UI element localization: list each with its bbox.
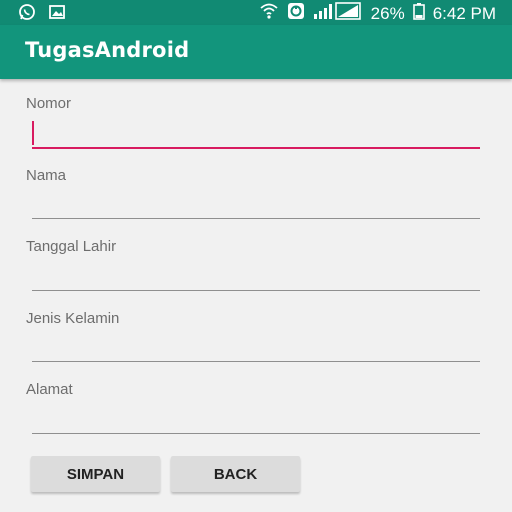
nomor-underline	[32, 147, 480, 149]
label-jenis-kelamin: Jenis Kelamin	[26, 310, 120, 327]
nama-underline	[32, 218, 480, 219]
clock: 6:42 PM	[432, 3, 496, 23]
image-icon	[48, 3, 66, 26]
tanggal-lahir-underline	[32, 290, 480, 291]
alamat-underline	[32, 433, 480, 434]
alamat-input[interactable]	[32, 403, 480, 433]
simpan-button[interactable]: SIMPAN	[31, 456, 160, 492]
app-title: TugasAndroid	[25, 38, 190, 62]
signal-icon	[313, 2, 363, 25]
label-nomor: Nomor	[26, 95, 72, 112]
wifi-icon	[259, 2, 279, 25]
battery-icon	[412, 2, 425, 25]
label-alamat: Alamat	[26, 381, 73, 398]
jenis-kelamin-underline	[32, 361, 480, 362]
app-bar: TugasAndroid	[0, 25, 512, 79]
jenis-kelamin-input[interactable]	[32, 331, 480, 361]
data-saver-icon	[287, 2, 305, 25]
nomor-input[interactable]	[32, 118, 480, 148]
text-cursor	[32, 121, 34, 145]
label-tanggal-lahir: Tanggal Lahir	[26, 238, 117, 255]
whatsapp-icon	[18, 3, 36, 26]
label-nama: Nama	[26, 167, 67, 184]
status-bar: 26% 6:42 PM	[0, 0, 512, 25]
tanggal-lahir-input[interactable]	[32, 260, 480, 290]
back-button[interactable]: BACK	[171, 456, 300, 492]
nama-input[interactable]	[32, 188, 480, 218]
battery-level: 26%	[370, 3, 405, 23]
